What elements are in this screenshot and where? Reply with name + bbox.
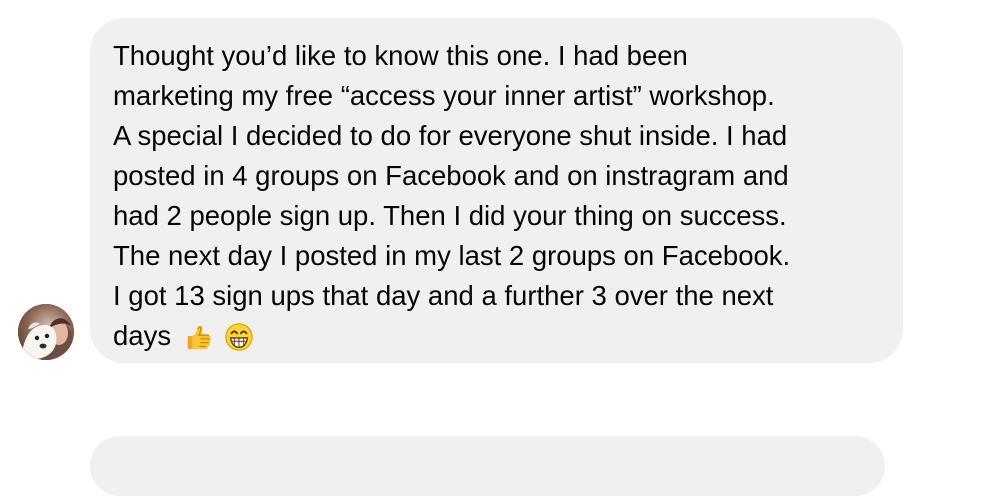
message-last-line: days <box>113 316 881 356</box>
message-line: marketing my free “access your inner art… <box>113 80 775 111</box>
message-bubble[interactable]: Thought you’d like to know this one. I h… <box>90 18 903 363</box>
message-line: Thought you’d like to know this one. I h… <box>113 40 688 71</box>
message-line: had 2 people sign up. Then I did your th… <box>113 200 787 231</box>
sender-avatar[interactable] <box>18 304 74 360</box>
next-message-bubble-partial[interactable] <box>90 436 885 496</box>
message-thread: Thought you’d like to know this one. I h… <box>0 0 1000 496</box>
message-line: posted in 4 groups on Facebook and on in… <box>113 160 789 191</box>
message-row: Thought you’d like to know this one. I h… <box>18 18 908 363</box>
grinning-face-icon <box>224 322 254 352</box>
message-line: days <box>113 320 172 351</box>
message-line: The next day I posted in my last 2 group… <box>113 240 791 271</box>
message-line: I got 13 sign ups that day and a further… <box>113 280 774 311</box>
message-line: A special I decided to do for everyone s… <box>113 120 788 151</box>
thumbs-up-icon <box>183 322 213 352</box>
